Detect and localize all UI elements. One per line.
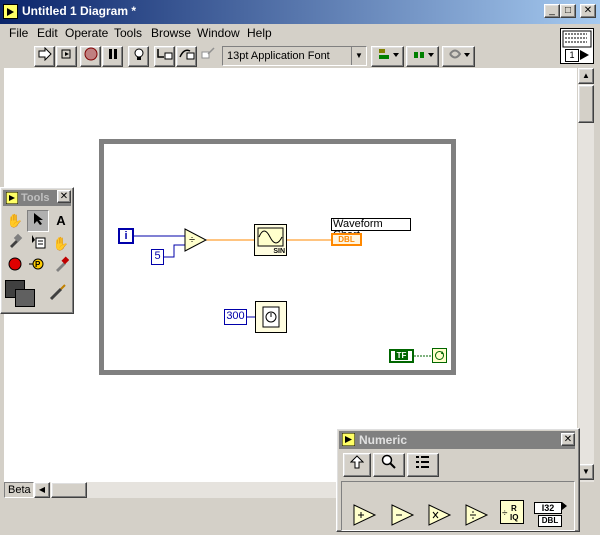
search-icon (381, 454, 396, 469)
divide-icon[interactable]: ÷ (184, 228, 208, 252)
numeric-palette-title[interactable]: Numeric (339, 431, 575, 449)
numeric-close-button[interactable]: ✕ (561, 433, 575, 446)
scroll-up-button[interactable]: ▲ (578, 68, 594, 84)
scroll-left-button[interactable]: ◀ (34, 482, 50, 498)
stopwatch-icon (262, 306, 280, 328)
set-breakpoint-icon[interactable] (4, 256, 26, 278)
sine-label: SIN (273, 248, 285, 255)
horizontal-scrollbar[interactable]: Beta ◀ (4, 482, 344, 498)
get-color-icon[interactable] (50, 256, 72, 278)
labview-logo-small-icon (342, 433, 355, 446)
stop-if-true-icon (435, 351, 444, 360)
up-icon (349, 455, 365, 469)
position-select-icon[interactable] (27, 210, 49, 232)
options-button[interactable] (407, 453, 439, 477)
object-shortcut-menu-icon[interactable] (27, 233, 49, 255)
sine-wave-icon (257, 227, 284, 247)
set-color-icon[interactable] (5, 280, 37, 310)
vertical-scroll-thumb[interactable] (578, 85, 594, 123)
options-icon (416, 456, 429, 468)
add-icon[interactable] (350, 504, 380, 530)
wait-ms-function[interactable] (255, 301, 287, 333)
waveform-chart-terminal[interactable]: DBL (331, 233, 362, 246)
svg-text:IQ: IQ (510, 513, 518, 522)
paintbrush-icon[interactable] (47, 283, 69, 305)
vertical-scrollbar[interactable]: ▲ ▼ (578, 68, 594, 482)
svg-text:R: R (511, 504, 517, 513)
divide-icon[interactable] (462, 504, 492, 530)
chart-label[interactable]: Waveform Chart (331, 218, 411, 241)
conditional-terminal[interactable] (432, 348, 447, 363)
numeric-functions-area: R IQ ÷ I32 DBL (341, 481, 575, 531)
tools-palette[interactable]: Tools ✕ ✋ A ✋ P (0, 187, 74, 314)
search-button[interactable] (373, 453, 405, 477)
stop-button-terminal[interactable]: TF (389, 349, 414, 363)
iteration-terminal[interactable]: i (118, 228, 134, 244)
conversion-sub-label: DBL (538, 515, 562, 527)
wait-constant[interactable]: 300 (224, 309, 247, 325)
divisor-constant[interactable]: 5 (151, 249, 164, 265)
operate-value-icon[interactable]: ✋ (4, 210, 26, 232)
multiply-icon[interactable] (425, 504, 455, 530)
up-button[interactable] (343, 453, 371, 477)
wire-divisor (164, 244, 186, 258)
edit-text-icon[interactable]: A (50, 210, 72, 232)
subtract-icon[interactable] (388, 504, 418, 530)
submenu-arrow-icon (562, 502, 567, 510)
quotient-remainder-icon[interactable]: R IQ ÷ (500, 500, 524, 524)
conversion-type-label: I32 (534, 502, 562, 514)
scroll-window-icon[interactable]: ✋ (50, 233, 72, 255)
svg-text:÷: ÷ (502, 508, 508, 519)
probe-data-icon[interactable]: P (27, 256, 49, 278)
svg-text:P: P (35, 260, 41, 269)
sine-function[interactable]: SIN (254, 224, 287, 256)
horizontal-scroll-thumb[interactable] (51, 482, 87, 498)
connect-wire-icon[interactable] (4, 233, 26, 255)
status-beta-label: Beta (4, 482, 34, 498)
labview-logo-small-icon (6, 192, 18, 204)
svg-text:÷: ÷ (189, 234, 195, 246)
conversion-icon[interactable]: I32 DBL (534, 502, 567, 528)
numeric-palette[interactable]: Numeric ✕ R IQ ÷ I32 DBL (336, 428, 580, 532)
scroll-down-button[interactable]: ▼ (578, 464, 594, 480)
tools-close-button[interactable]: ✕ (57, 190, 71, 203)
